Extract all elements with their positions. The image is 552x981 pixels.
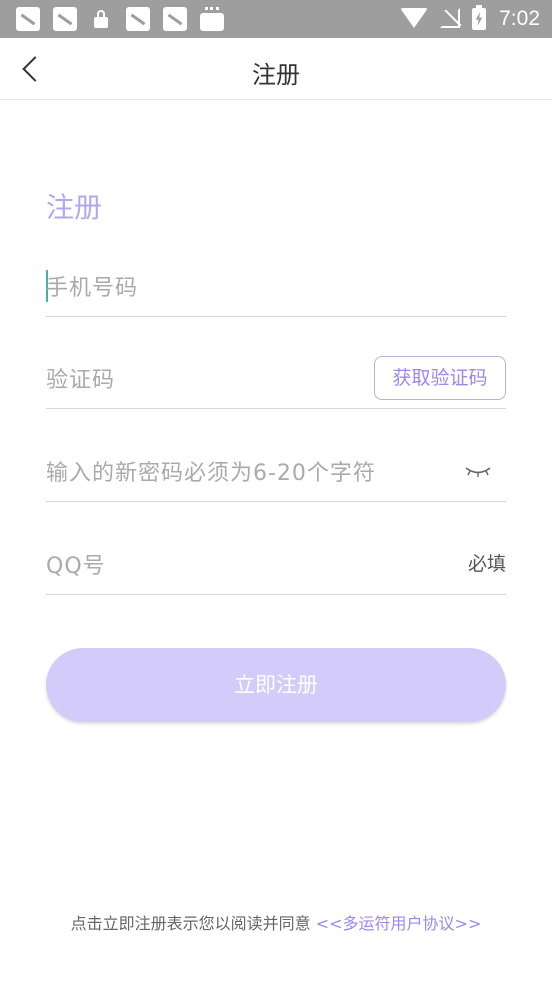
lock-icon [94,10,108,28]
notification-icon [16,7,40,31]
phone-field[interactable]: 手机号码 [46,225,506,317]
code-field[interactable]: 验证码 获取验证码 [46,317,506,409]
status-time: 7:02 [499,7,540,30]
notification-icon [126,7,150,31]
shopping-bag-icon [200,7,224,31]
register-button[interactable]: 立即注册 [46,648,506,722]
wifi-icon [400,8,428,28]
no-signal-icon [440,8,460,28]
battery-charging-icon [472,5,486,30]
eye-closed-icon[interactable] [464,465,492,477]
agreement-notice: 点击立即注册表示您以阅读并同意 <<多运符用户协议>> [0,910,552,934]
status-bar: 7:02 [0,0,552,38]
get-code-button[interactable]: 获取验证码 [374,356,506,400]
phone-input[interactable]: 手机号码 [46,270,138,302]
agreement-text: 点击立即注册表示您以阅读并同意 [70,914,316,933]
required-label: 必填 [467,553,506,575]
qq-input[interactable]: QQ号 [46,548,106,580]
notification-icon [163,7,187,31]
page-title: 注册 [252,61,300,89]
password-field[interactable]: 输入的新密码必须为6-20个字符 [46,410,506,502]
form-heading: 注册 [46,191,103,224]
qq-field[interactable]: QQ号 必填 [46,503,506,595]
agreement-link[interactable]: <<多运符用户协议>> [316,914,482,933]
password-input[interactable]: 输入的新密码必须为6-20个字符 [46,455,376,487]
app-header: 注册 [0,38,552,100]
notification-icon [53,7,77,31]
code-input[interactable]: 验证码 [46,362,115,394]
